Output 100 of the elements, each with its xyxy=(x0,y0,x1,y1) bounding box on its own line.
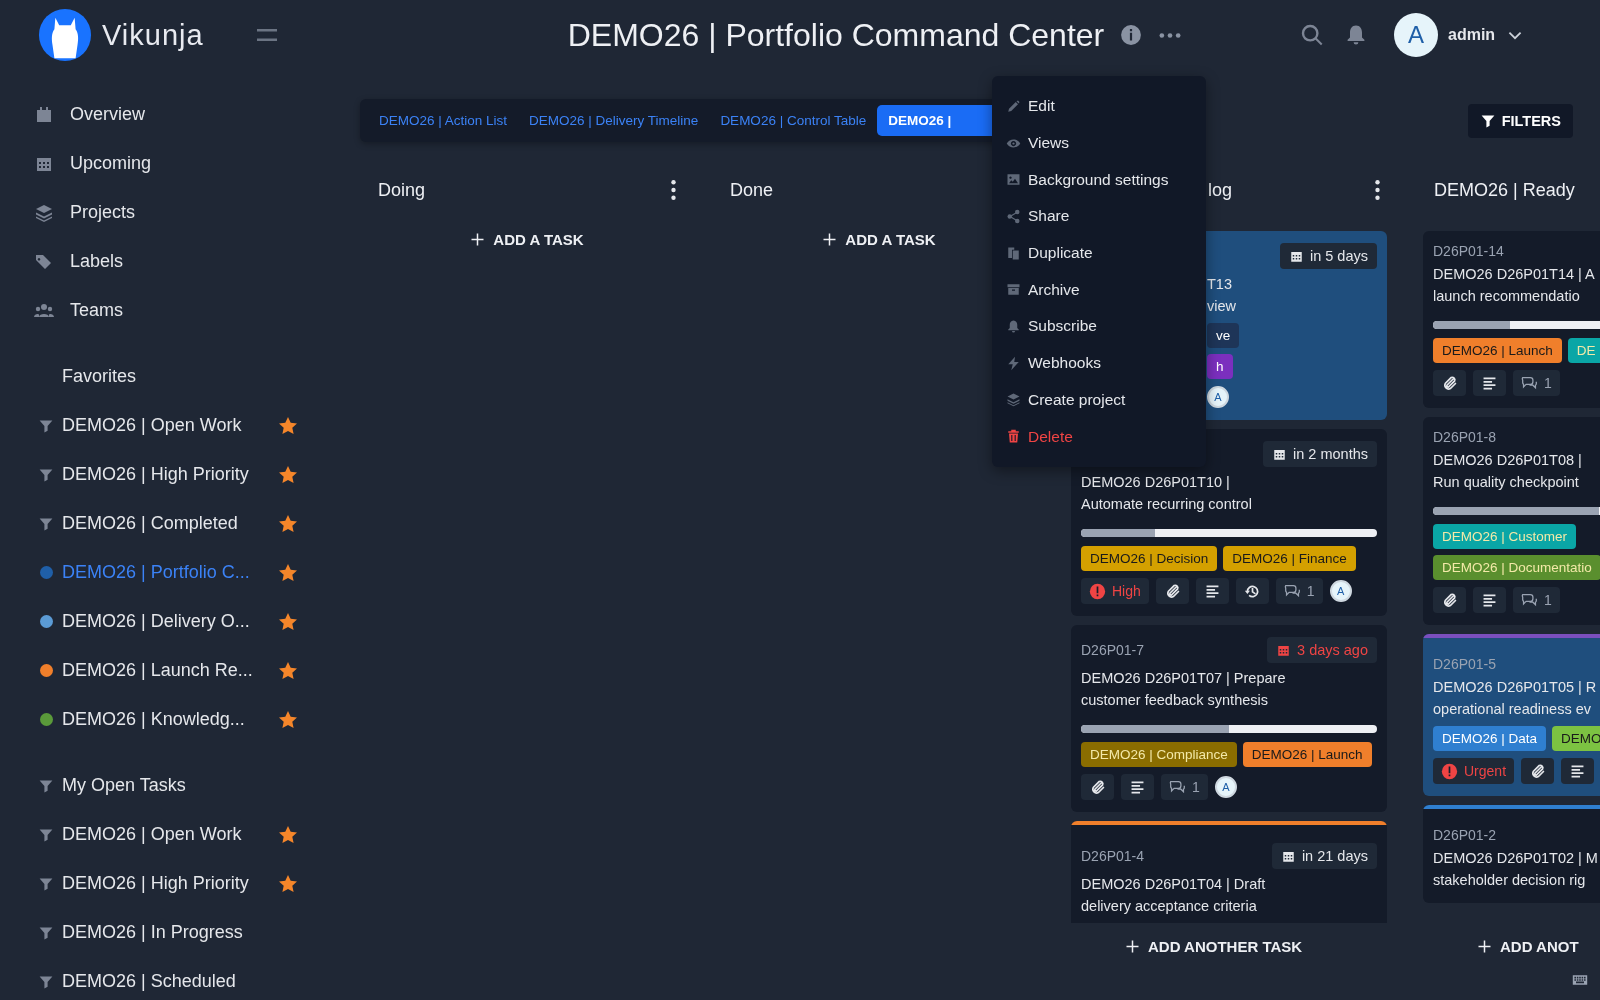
task-title: DEMO26 D26P01T05 | R operational readiness ev xyxy=(1433,678,1598,719)
comments-badge: 1 xyxy=(1275,578,1323,604)
star-icon[interactable] xyxy=(278,709,298,730)
star-icon[interactable] xyxy=(278,562,298,583)
nav-link[interactable]: Upcoming xyxy=(0,139,340,188)
task-card[interactable]: D26P01-14 DEMO26 D26P01T14 | A launch recommendatio DEMO26 | Launch DE 1 xyxy=(1423,231,1600,408)
column-menu-button[interactable] xyxy=(670,179,677,201)
star-icon[interactable] xyxy=(278,513,298,534)
label-tag: ve xyxy=(1207,323,1240,348)
project-link[interactable]: DEMO26 | Scheduled xyxy=(62,971,262,992)
user-name[interactable]: admin xyxy=(1448,26,1496,44)
project-title: DEMO26 | Portfolio Command Center xyxy=(567,16,1105,54)
paperclip-icon xyxy=(1089,778,1106,796)
label-tag: DEMO26 | Launch xyxy=(1242,742,1372,767)
label-tag: DEMO26 | Launch xyxy=(1433,338,1562,363)
label-tag: DE xyxy=(1567,338,1600,363)
task-card[interactable]: D26P01-7 3 days ago DEMO26 D26P01T07 | Prepare customer feedback synthesis DEMO26 | Compliance DEMO26 | Launch 1 A xyxy=(1071,625,1387,812)
filter-icon xyxy=(38,777,54,794)
star-icon[interactable] xyxy=(278,824,298,845)
star-icon[interactable] xyxy=(278,415,298,436)
nav-link[interactable]: Teams xyxy=(0,286,340,335)
task-identifier: D26P01-2 xyxy=(1433,827,1497,843)
plus-icon xyxy=(1125,939,1140,954)
keyboard-icon xyxy=(1570,972,1590,988)
filter-icon xyxy=(1479,112,1496,129)
search-button[interactable] xyxy=(1300,23,1324,47)
filter-icon xyxy=(38,826,54,843)
task-card[interactable]: D26P01-2 DEMO26 D26P01T02 | M stakeholder decision rig xyxy=(1423,805,1600,903)
filters-button[interactable]: FILTERS xyxy=(1467,103,1573,138)
project-link[interactable]: DEMO26 | In Progress xyxy=(62,922,262,943)
column-title: Done xyxy=(730,179,774,201)
task-card[interactable]: D26P01-5 DEMO26 D26P01T05 | R operational readiness ev DEMO26 | Data DEMO Urgent xyxy=(1423,634,1600,796)
more-icon xyxy=(1374,179,1381,201)
archive-icon xyxy=(1006,282,1021,298)
project-link[interactable]: DEMO26 | Launch Re... xyxy=(62,660,262,681)
task-card[interactable]: D26P01-8 DEMO26 D26P01T08 | Run quality checkpoint DEMO26 | Customer DEMO26 | Documentatio 1 xyxy=(1423,417,1600,625)
section-title[interactable]: Favorites xyxy=(62,366,137,387)
paperclip-icon xyxy=(1441,591,1458,609)
filter-icon xyxy=(38,924,54,941)
assignee-avatar: A xyxy=(1214,776,1237,798)
filter-icon xyxy=(38,875,54,892)
section-title[interactable]: My Open Tasks xyxy=(62,775,186,796)
filter-icon xyxy=(38,973,54,990)
star-icon[interactable] xyxy=(278,660,298,681)
comments-icon xyxy=(1169,778,1186,796)
add-task-button[interactable]: ADD ANOT xyxy=(1471,937,1585,956)
more-button[interactable] xyxy=(1158,31,1183,39)
info-button[interactable] xyxy=(1120,24,1143,46)
paperclip-icon xyxy=(1441,374,1458,392)
column-menu-button[interactable] xyxy=(1374,179,1381,201)
more-icon xyxy=(670,179,677,201)
task-title: DEMO26 D26P01T02 | M stakeholder decision rig xyxy=(1433,849,1599,890)
view-tab[interactable]: DEMO26 | Action List xyxy=(368,105,519,136)
comments-badge: 1 xyxy=(1513,370,1560,396)
project-link[interactable]: DEMO26 | Knowledg... xyxy=(62,709,262,730)
plus-icon xyxy=(470,232,486,247)
filter-icon xyxy=(38,515,54,532)
label-tag: DEMO26 | Documentatio xyxy=(1433,555,1600,580)
assignee-avatar: A xyxy=(1329,580,1352,602)
project-link[interactable]: DEMO26 | Delivery O... xyxy=(62,611,262,632)
nav-link[interactable]: Projects xyxy=(0,188,340,237)
project-link[interactable]: DEMO26 | High Priority xyxy=(62,464,262,485)
project-link[interactable]: DEMO26 | Completed xyxy=(62,513,262,534)
calendar-icon xyxy=(34,104,54,125)
comments-badge: 1 xyxy=(1513,587,1560,613)
task-card[interactable]: in 2 months DEMO26 D26P01T10 | Automate recurring control DEMO26 | Decision DEMO26 | Finance High 1 A xyxy=(1071,429,1387,616)
add-task-button[interactable]: ADD ANOTHER TASK xyxy=(1119,937,1309,956)
star-icon[interactable] xyxy=(278,464,298,485)
add-task-button[interactable]: ADD A TASK xyxy=(816,230,942,249)
project-link[interactable]: DEMO26 | Open Work xyxy=(62,415,262,436)
view-tab[interactable]: DEMO26 | Delivery Timeline xyxy=(518,105,710,136)
project-link[interactable]: DEMO26 | High Priority xyxy=(62,873,262,894)
star-icon[interactable] xyxy=(278,611,298,632)
user-avatar[interactable]: A xyxy=(1394,13,1438,57)
info-icon xyxy=(1120,24,1143,46)
layers-icon xyxy=(1006,392,1021,408)
due-date-badge: in 2 months xyxy=(1263,441,1377,467)
comments-icon xyxy=(1521,374,1538,392)
menu-item[interactable]: Background settings xyxy=(992,161,1206,199)
column-title: DEMO26 | Ready xyxy=(1434,179,1575,201)
project-link[interactable]: DEMO26 | Portfolio C... xyxy=(62,562,262,583)
nav-link[interactable]: Labels xyxy=(0,237,340,286)
add-task-button[interactable]: ADD A TASK xyxy=(464,230,590,249)
nav-link[interactable]: Overview xyxy=(0,90,340,139)
paperclip-icon xyxy=(1529,762,1547,780)
task-identifier: D26P01-8 xyxy=(1433,429,1497,445)
task-title: DEMO26 D26P01T07 | Prepare customer feedback synthesis xyxy=(1081,669,1287,710)
priority-badge: High xyxy=(1081,578,1149,604)
star-icon[interactable] xyxy=(278,873,298,894)
copy-icon xyxy=(1006,245,1021,261)
task-card[interactable]: D26P01-4 in 21 days DEMO26 D26P01T04 | Draft delivery acceptance criteria xyxy=(1071,821,1387,923)
comments-icon xyxy=(1283,582,1301,600)
view-tab[interactable]: DEMO26 | Control Table xyxy=(709,105,878,136)
due-date-badge: in 5 days xyxy=(1279,243,1377,269)
layers-icon xyxy=(34,202,54,223)
search-icon xyxy=(1300,23,1324,47)
column-title: log xyxy=(1208,179,1233,201)
more-icon xyxy=(1158,31,1183,39)
project-link[interactable]: DEMO26 | Open Work xyxy=(62,824,262,845)
bolt-icon xyxy=(1006,355,1021,371)
